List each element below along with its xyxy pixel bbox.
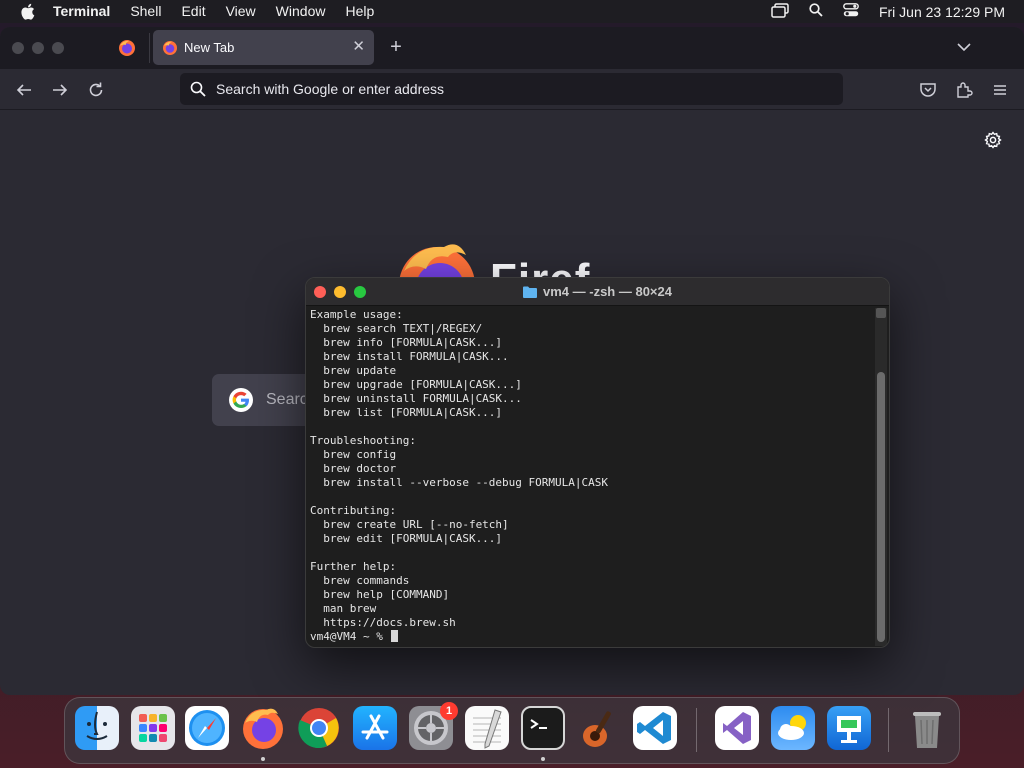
- gear-icon[interactable]: [984, 131, 1002, 149]
- google-search-placeholder: Searc: [266, 391, 308, 408]
- terminal-line: brew create URL [--no-fetch]: [310, 518, 509, 531]
- terminal-line: brew search TEXT|/REGEX/: [310, 322, 483, 335]
- dock-separator: [696, 708, 697, 752]
- menu-window[interactable]: Window: [276, 0, 326, 23]
- hamburger-menu-icon[interactable]: [991, 81, 1009, 99]
- app-store-icon[interactable]: [353, 706, 397, 750]
- scrollbar-thumb[interactable]: [877, 372, 885, 642]
- terminal-line: Further help:: [310, 560, 397, 573]
- tab-title: New Tab: [184, 40, 235, 55]
- terminal-line: brew install --verbose --debug FORMULA|C…: [310, 476, 609, 489]
- dock: [64, 697, 960, 764]
- textedit-icon[interactable]: [465, 706, 509, 750]
- trash-icon[interactable]: [905, 706, 949, 750]
- terminal-line: brew install FORMULA|CASK...: [310, 350, 509, 363]
- navigation-toolbar: [0, 69, 1024, 110]
- safari-icon[interactable]: [185, 706, 229, 750]
- terminal-line: brew upgrade [FORMULA|CASK...]: [310, 378, 522, 391]
- terminal-line: brew update: [310, 364, 397, 377]
- apple-menu-icon[interactable]: [19, 3, 35, 20]
- terminal-output[interactable]: Example usage: brew search TEXT|/REGEX/ …: [310, 308, 875, 646]
- terminal-line: brew list [FORMULA|CASK...]: [310, 406, 503, 419]
- tab-new-tab[interactable]: New Tab ✕: [153, 30, 374, 65]
- menu-app-name[interactable]: Terminal: [53, 0, 110, 23]
- terminal-line: brew doctor: [310, 462, 397, 475]
- firefox-icon[interactable]: [241, 706, 285, 750]
- garageband-icon[interactable]: [577, 706, 621, 750]
- menu-edit[interactable]: Edit: [181, 0, 205, 23]
- dock-separator: [888, 708, 889, 752]
- menu-help[interactable]: Help: [345, 0, 374, 23]
- reload-icon[interactable]: [87, 81, 105, 99]
- tab-bar: New Tab ✕ +: [0, 27, 1024, 69]
- zoom-window-button[interactable]: [354, 286, 366, 298]
- terminal-line: man brew: [310, 602, 377, 615]
- google-g-icon: [229, 388, 253, 412]
- minimize-window-button[interactable]: [32, 42, 44, 54]
- close-tab-icon[interactable]: ✕: [352, 39, 365, 55]
- terminal-line: brew uninstall FORMULA|CASK...: [310, 392, 522, 405]
- scrollbar-button[interactable]: [876, 308, 886, 318]
- running-indicator: [261, 757, 265, 761]
- tab-separator: [149, 33, 150, 63]
- terminal-line: brew edit [FORMULA|CASK...]: [310, 532, 503, 545]
- terminal-title: vm4 — -zsh — 80×24: [543, 284, 672, 299]
- screen-mirroring-icon[interactable]: [771, 2, 789, 21]
- terminal-window-controls: [314, 286, 366, 298]
- prompt-text: vm4@VM4 ~ %: [310, 630, 390, 643]
- weather-icon[interactable]: [771, 706, 815, 750]
- pinned-tab-firefox[interactable]: [112, 33, 142, 63]
- address-bar[interactable]: [180, 73, 843, 105]
- address-input[interactable]: [216, 81, 816, 97]
- browser-window-controls: [12, 42, 64, 54]
- extensions-icon[interactable]: [955, 81, 973, 99]
- terminal-line: brew config: [310, 448, 397, 461]
- terminal-scrollbar[interactable]: [875, 308, 887, 646]
- close-window-button[interactable]: [12, 42, 24, 54]
- list-all-tabs-icon[interactable]: [956, 39, 972, 55]
- menubar-clock[interactable]: Fri Jun 23 12:29 PM: [879, 4, 1005, 20]
- terminal-line: brew commands: [310, 574, 410, 587]
- terminal-line: Contributing:: [310, 504, 397, 517]
- terminal-line: brew help [COMMAND]: [310, 588, 450, 601]
- menu-bar: Terminal Shell Edit View Window Help Fri…: [0, 0, 1024, 23]
- terminal-line: https://docs.brew.sh: [310, 616, 456, 629]
- chrome-icon[interactable]: [297, 706, 341, 750]
- launchpad-icon[interactable]: [131, 706, 175, 750]
- close-window-button[interactable]: [314, 286, 326, 298]
- spotlight-search-icon[interactable]: [809, 3, 823, 20]
- terminal-title-bar[interactable]: vm4 — -zsh — 80×24: [306, 278, 889, 306]
- terminal-line: Troubleshooting:: [310, 434, 416, 447]
- firefox-icon: [119, 40, 135, 56]
- terminal-window[interactable]: vm4 — -zsh — 80×24 Example usage: brew s…: [305, 277, 890, 648]
- pocket-icon[interactable]: [919, 81, 937, 99]
- back-arrow-icon[interactable]: [15, 81, 33, 99]
- menu-shell[interactable]: Shell: [130, 0, 161, 23]
- terminal-icon[interactable]: [521, 706, 565, 750]
- text-cursor: [391, 630, 399, 642]
- control-center-icon[interactable]: [843, 3, 859, 20]
- minimize-window-button[interactable]: [334, 286, 346, 298]
- running-indicator: [541, 757, 545, 761]
- terminal-prompt[interactable]: vm4@VM4 ~ %: [310, 630, 875, 644]
- forward-arrow-icon[interactable]: [51, 81, 69, 99]
- terminal-line: brew info [FORMULA|CASK...]: [310, 336, 503, 349]
- new-tab-button[interactable]: +: [386, 36, 406, 58]
- menu-view[interactable]: View: [226, 0, 256, 23]
- folder-icon: [523, 286, 537, 298]
- visual-studio-icon[interactable]: [715, 706, 759, 750]
- search-icon: [190, 81, 206, 97]
- finder-icon[interactable]: [75, 706, 119, 750]
- firefox-icon: [163, 40, 177, 55]
- zoom-window-button[interactable]: [52, 42, 64, 54]
- vscode-icon[interactable]: [633, 706, 677, 750]
- notification-badge: 1: [440, 702, 458, 720]
- terminal-line: Example usage:: [310, 308, 403, 321]
- keynote-icon[interactable]: [827, 706, 871, 750]
